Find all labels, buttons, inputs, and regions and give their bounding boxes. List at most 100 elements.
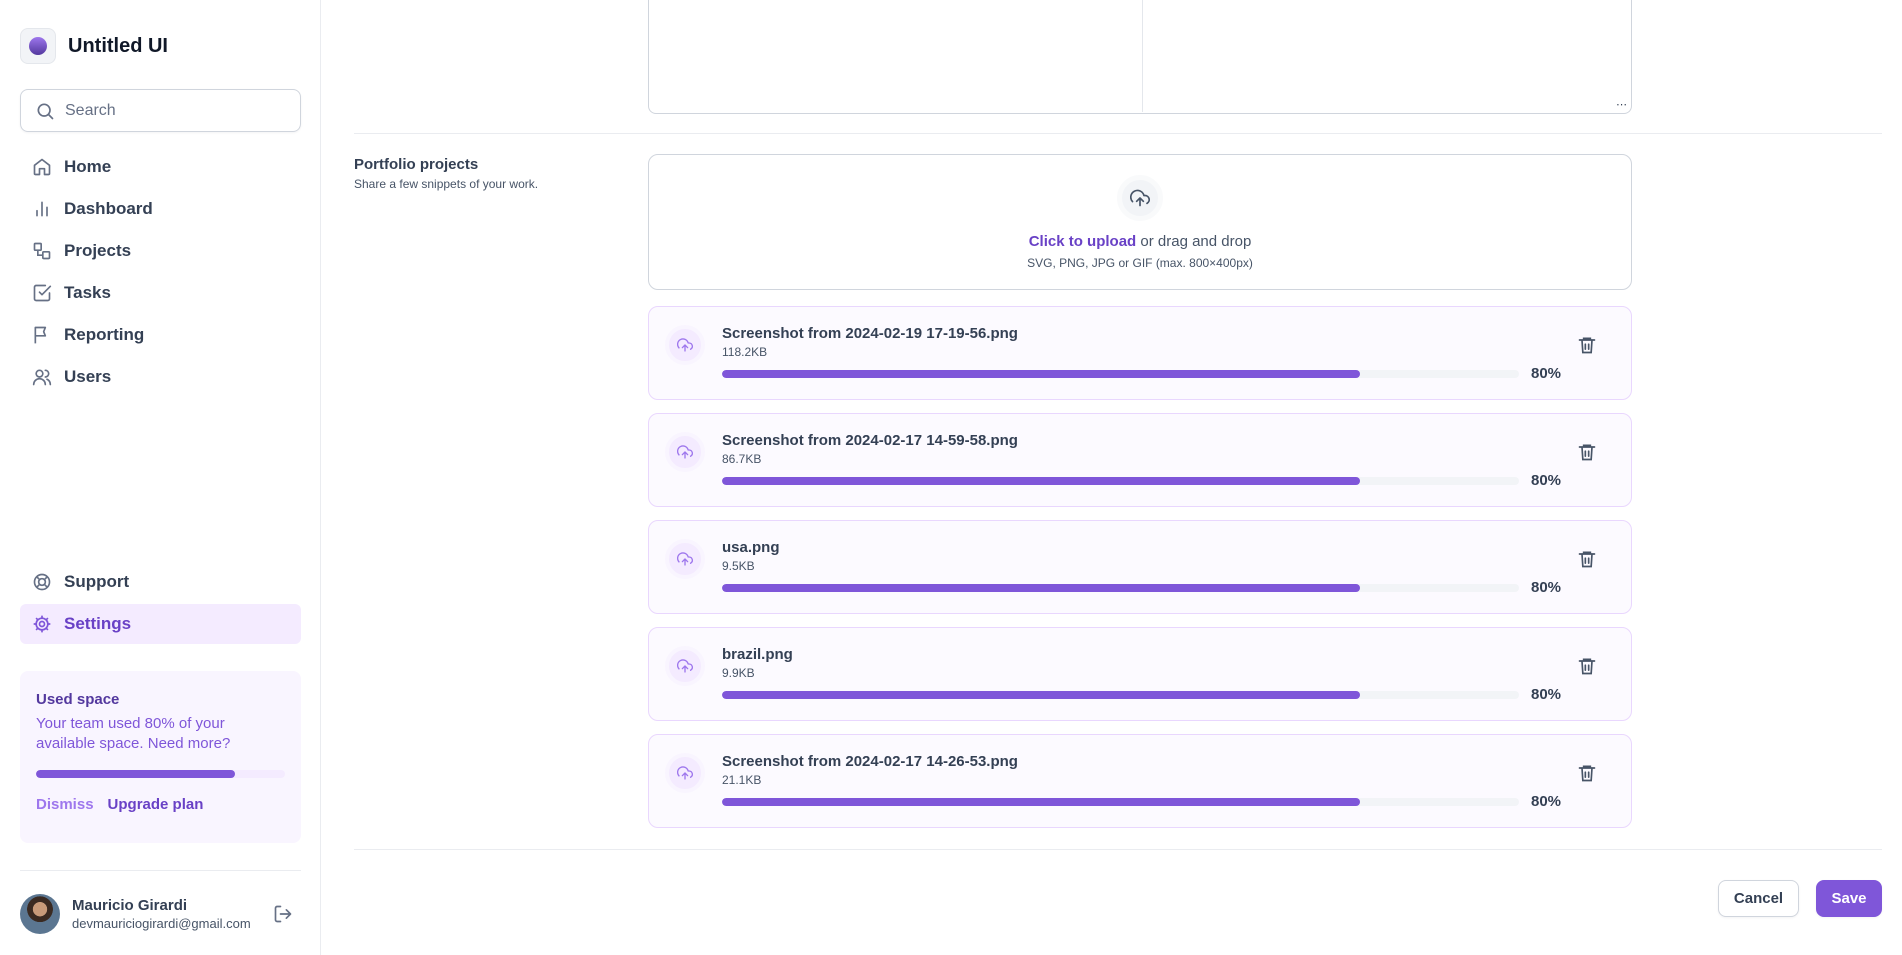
sidebar-divider <box>20 870 301 871</box>
avatar[interactable] <box>20 894 60 934</box>
used-space-description: Your team used 80% of your available spa… <box>36 715 231 752</box>
life-buoy-icon <box>32 572 52 592</box>
account-card: Mauricio Girardi devmauriciogirardi@gmai… <box>20 894 301 934</box>
bar-chart-icon <box>32 199 52 219</box>
file-upload-icon <box>665 646 705 686</box>
used-space-card: Used space Your team used 80% of your av… <box>20 671 301 843</box>
used-space-actions: Dismiss Upgrade plan <box>36 796 285 813</box>
gear-icon <box>32 614 52 634</box>
file-progress-fill <box>722 584 1360 592</box>
file-upload-dropzone[interactable]: Click to upload or drag and drop SVG, PN… <box>648 154 1632 290</box>
search-icon <box>35 101 55 121</box>
search-input[interactable] <box>65 101 285 120</box>
file-size: 9.9KB <box>722 666 755 680</box>
used-space-progress <box>36 770 285 778</box>
trash-icon <box>1577 656 1597 676</box>
nav-label: Tasks <box>64 283 111 302</box>
portfolio-title: Portfolio projects <box>354 156 479 173</box>
file-upload-item: usa.png 9.5KB 80% <box>648 520 1632 614</box>
dismiss-button[interactable]: Dismiss <box>36 796 94 813</box>
bio-textarea[interactable]: ⋯ <box>648 0 1632 114</box>
nav-item-tasks[interactable]: Tasks <box>20 273 301 313</box>
file-name: Screenshot from 2024-02-19 17-19-56.png <box>722 325 1018 342</box>
upload-instruction: Click to upload or drag and drop <box>649 233 1631 250</box>
account-name: Mauricio Girardi <box>72 897 188 914</box>
nav-item-users[interactable]: Users <box>20 357 301 397</box>
trash-icon <box>1577 549 1597 569</box>
file-progress-label: 80% <box>1531 365 1562 382</box>
nav-item-projects[interactable]: Projects <box>20 231 301 271</box>
main-content: ⋯ Portfolio projects Share a few snippet… <box>321 0 1902 955</box>
portfolio-description: Share a few snippets of your work. <box>354 177 539 191</box>
account-text: Mauricio Girardi devmauriciogirardi@gmai… <box>72 897 253 931</box>
file-upload-item: Screenshot from 2024-02-17 14-59-58.png … <box>648 413 1632 507</box>
file-upload-icon <box>665 753 705 793</box>
upload-hint: SVG, PNG, JPG or GIF (max. 800×400px) <box>1027 256 1253 270</box>
nav-item-dashboard[interactable]: Dashboard <box>20 189 301 229</box>
secondary-nav: Support Settings <box>20 562 301 646</box>
file-upload-icon <box>665 539 705 579</box>
logout-icon <box>273 904 293 924</box>
trash-icon <box>1577 763 1597 783</box>
delete-file-button[interactable] <box>1571 757 1603 789</box>
file-progress-label: 80% <box>1531 472 1562 489</box>
nav-item-reporting[interactable]: Reporting <box>20 315 301 355</box>
file-name: brazil.png <box>722 646 793 663</box>
file-progress-bar <box>722 477 1519 485</box>
click-to-upload-link[interactable]: Click to upload <box>1029 233 1137 250</box>
file-upload-icon <box>665 325 705 365</box>
upload-cloud-icon <box>1117 175 1163 221</box>
nav-item-settings[interactable]: Settings <box>20 604 301 644</box>
upgrade-plan-button[interactable]: Upgrade plan <box>108 796 204 813</box>
resize-handle-icon[interactable]: ⋯ <box>1616 98 1627 111</box>
home-icon <box>32 157 52 177</box>
layers-icon <box>32 241 52 261</box>
account-email: devmauriciogirardi@gmail.com <box>72 916 251 931</box>
file-upload-item: brazil.png 9.9KB 80% <box>648 627 1632 721</box>
nav-label: Support <box>64 572 130 591</box>
check-square-icon <box>32 283 52 303</box>
primary-nav: Home Dashboard Projects Tasks Reporting … <box>20 147 301 399</box>
file-progress-fill <box>722 691 1360 699</box>
logo-mark-icon <box>20 28 56 64</box>
file-progress-bar <box>722 798 1519 806</box>
upload-instruction-rest: or drag and drop <box>1136 233 1252 250</box>
logout-button[interactable] <box>265 896 301 932</box>
app-name: Untitled UI <box>68 34 168 57</box>
file-upload-item: Screenshot from 2024-02-19 17-19-56.png … <box>648 306 1632 400</box>
file-name: usa.png <box>722 539 780 556</box>
file-name: Screenshot from 2024-02-17 14-59-58.png <box>722 432 1018 449</box>
file-progress-label: 80% <box>1531 686 1562 703</box>
file-progress-bar <box>722 370 1519 378</box>
flag-icon <box>32 325 52 345</box>
cancel-button[interactable]: Cancel <box>1718 880 1799 917</box>
app-root: Untitled UI Home Dashboard Projects <box>0 0 1902 955</box>
delete-file-button[interactable] <box>1571 436 1603 468</box>
used-space-progress-fill <box>36 770 236 778</box>
search-box[interactable] <box>20 89 301 132</box>
nav-label: Projects <box>64 241 132 260</box>
section-divider <box>354 133 1882 134</box>
file-progress-bar <box>722 691 1519 699</box>
file-progress-fill <box>722 477 1360 485</box>
nav-label: Settings <box>64 614 132 633</box>
file-upload-item: Screenshot from 2024-02-17 14-26-53.png … <box>648 734 1632 828</box>
save-button[interactable]: Save <box>1816 880 1882 917</box>
trash-icon <box>1577 335 1597 355</box>
logo[interactable]: Untitled UI <box>20 28 168 64</box>
file-progress-fill <box>722 370 1360 378</box>
used-space-title: Used space <box>36 691 120 708</box>
file-size: 21.1KB <box>722 773 762 787</box>
nav-label: Home <box>64 157 112 176</box>
footer-divider <box>354 849 1882 850</box>
users-icon <box>32 367 52 387</box>
nav-item-support[interactable]: Support <box>20 562 301 602</box>
delete-file-button[interactable] <box>1571 543 1603 575</box>
file-upload-icon <box>665 432 705 472</box>
nav-item-home[interactable]: Home <box>20 147 301 187</box>
nav-label: Dashboard <box>64 199 153 218</box>
delete-file-button[interactable] <box>1571 329 1603 361</box>
file-size: 118.2KB <box>722 345 768 359</box>
trash-icon <box>1577 442 1597 462</box>
delete-file-button[interactable] <box>1571 650 1603 682</box>
